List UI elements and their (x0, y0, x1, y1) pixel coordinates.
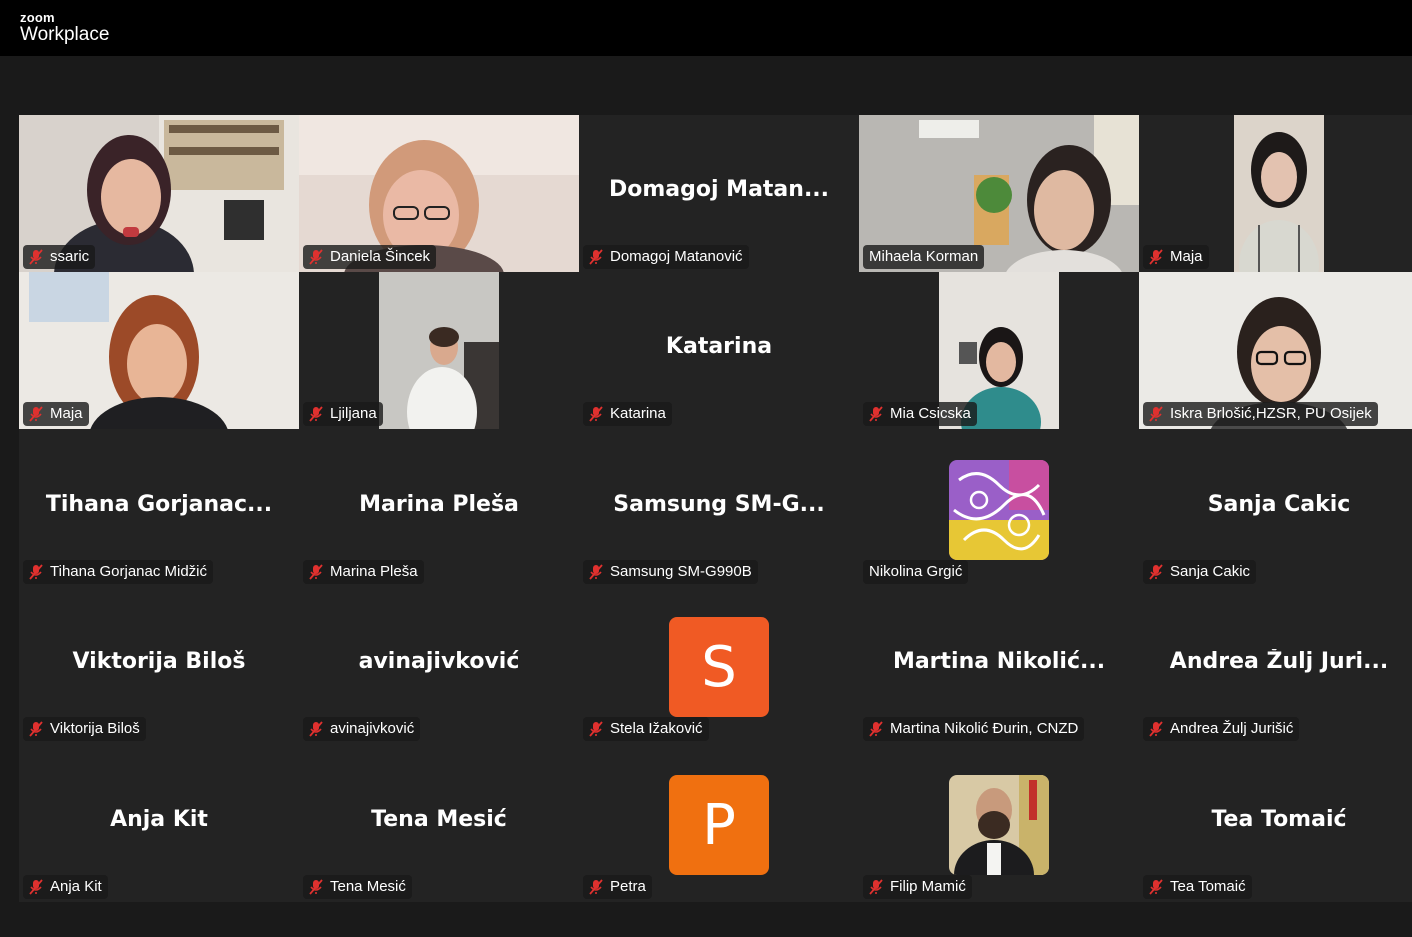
muted-mic-icon (1149, 721, 1163, 737)
participant-tile[interactable]: Viktorija Biloš Viktorija Biloš (19, 587, 299, 744)
participant-name-label: avinajivković (303, 717, 421, 741)
participant-display-name: Sanja Cakic (1207, 492, 1351, 517)
muted-mic-icon (309, 249, 323, 265)
participant-tile[interactable]: Samsung SM-G... Samsung SM-G990B (579, 430, 859, 587)
participant-display-name: Tea Tomaić (1211, 807, 1347, 832)
gallery-grid: ssaric Daniela Šincek Domagoj Matan... D… (19, 115, 1412, 902)
participant-name-label: Maja (1143, 245, 1209, 269)
participant-tile[interactable]: Katarina Katarina (579, 272, 859, 429)
participant-display-name: Katarina (665, 334, 773, 359)
profile-picture (949, 460, 1049, 560)
participant-name-label: Mia Csicska (863, 402, 977, 426)
participant-name-label: Tea Tomaić (1143, 875, 1252, 899)
participant-tile[interactable]: Tea Tomaić Tea Tomaić (1139, 745, 1412, 902)
participant-name-label: Maja (23, 402, 89, 426)
muted-mic-icon (869, 406, 883, 422)
participant-name-label: Katarina (583, 402, 672, 426)
title-bar: zoom Workplace (0, 0, 1412, 56)
participant-name-label: Tihana Gorjanac Midžić (23, 560, 214, 584)
brand-product-name: Workplace (20, 24, 110, 45)
participant-name-label: Mihaela Korman (863, 245, 985, 269)
participant-tile[interactable]: Maja (1139, 115, 1412, 272)
muted-mic-icon (589, 406, 603, 422)
participant-display-name: Tena Mesić (371, 807, 507, 832)
participant-tile[interactable]: Daniela Šincek (299, 115, 579, 272)
participant-name-label: Marina Pleša (303, 560, 424, 584)
participant-name-label: Ljiljana (303, 402, 383, 426)
muted-mic-icon (869, 721, 883, 737)
profile-picture (949, 775, 1049, 875)
participant-name-label: Sanja Cakic (1143, 560, 1257, 584)
muted-mic-icon (1149, 564, 1163, 580)
participant-name-label: Anja Kit (23, 875, 108, 899)
muted-mic-icon (1149, 406, 1163, 422)
participant-tile[interactable]: Andrea Žulj Juri... Andrea Žulj Jurišić (1139, 587, 1412, 744)
participant-name-label: Viktorija Biloš (23, 717, 146, 741)
participant-name-label: Daniela Šincek (303, 245, 437, 269)
participant-name-label: Nikolina Grgić (863, 560, 969, 584)
muted-mic-icon (309, 564, 323, 580)
participant-display-name: Tihana Gorjanac... (45, 492, 273, 517)
participant-tile[interactable]: Domagoj Matan... Domagoj Matanović (579, 115, 859, 272)
participant-tile[interactable]: Sanja Cakic Sanja Cakic (1139, 430, 1412, 587)
muted-mic-icon (29, 721, 43, 737)
participant-name-label: ssaric (23, 245, 96, 269)
participant-tile[interactable]: Tena Mesić Tena Mesić (299, 745, 579, 902)
participant-display-name: Andrea Žulj Juri... (1169, 649, 1389, 674)
participant-tile[interactable]: Marina Pleša Marina Pleša (299, 430, 579, 587)
participant-video (1234, 115, 1324, 272)
participant-display-name: Samsung SM-G... (613, 492, 825, 517)
muted-mic-icon (309, 879, 323, 895)
muted-mic-icon (589, 721, 603, 737)
brand-logo-small: zoom (20, 10, 55, 25)
participant-tile[interactable]: Maja (19, 272, 299, 429)
participant-name-label: Andrea Žulj Jurišić (1143, 717, 1300, 741)
participant-display-name: Domagoj Matan... (608, 177, 830, 202)
participant-tile[interactable]: Mia Csicska (859, 272, 1139, 429)
muted-mic-icon (29, 406, 43, 422)
participant-tile-active-speaker[interactable]: Mihaela Korman (859, 115, 1139, 272)
participant-name-label: Iskra Brlošić,HZSR, PU Osijek (1143, 402, 1378, 426)
muted-mic-icon (869, 879, 883, 895)
muted-mic-icon (309, 721, 323, 737)
participant-tile[interactable]: Martina Nikolić... Martina Nikolić Đurin… (859, 587, 1139, 744)
participant-video (379, 272, 499, 429)
participant-tile[interactable]: Filip Mamić (859, 745, 1139, 902)
participant-name-label: Tena Mesić (303, 875, 412, 899)
muted-mic-icon (29, 249, 43, 265)
participant-display-name: avinajivković (358, 649, 520, 674)
participant-tile[interactable]: Iskra Brlošić,HZSR, PU Osijek (1139, 272, 1412, 429)
muted-mic-icon (589, 879, 603, 895)
participant-tile[interactable]: avinajivković avinajivković (299, 587, 579, 744)
participant-name-label: Samsung SM-G990B (583, 560, 758, 584)
muted-mic-icon (589, 249, 603, 265)
participant-display-name: Marina Pleša (359, 492, 519, 517)
participant-tile[interactable]: Anja Kit Anja Kit (19, 745, 299, 902)
participant-tile[interactable]: S Stela Ižaković (579, 587, 859, 744)
participant-display-name: Viktorija Biloš (72, 649, 246, 674)
participant-name-label: Domagoj Matanović (583, 245, 749, 269)
participant-tile[interactable]: ssaric (19, 115, 299, 272)
letter-avatar: S (669, 617, 769, 717)
participant-tile[interactable]: P Petra (579, 745, 859, 902)
participant-name-label: Petra (583, 875, 652, 899)
muted-mic-icon (29, 564, 43, 580)
muted-mic-icon (1149, 249, 1163, 265)
participant-tile[interactable]: Ljiljana (299, 272, 579, 429)
muted-mic-icon (309, 406, 323, 422)
muted-mic-icon (29, 879, 43, 895)
participant-tile[interactable]: Nikolina Grgić (859, 430, 1139, 587)
participant-name-label: Stela Ižaković (583, 717, 709, 741)
participant-name-label: Filip Mamić (863, 875, 972, 899)
muted-mic-icon (589, 564, 603, 580)
muted-mic-icon (1149, 879, 1163, 895)
participant-tile[interactable]: Tihana Gorjanac... Tihana Gorjanac Midži… (19, 430, 299, 587)
participant-name-label: Martina Nikolić Đurin, CNZD (863, 717, 1085, 741)
participant-display-name: Martina Nikolić... (892, 649, 1106, 674)
letter-avatar: P (669, 775, 769, 875)
participant-display-name: Anja Kit (110, 807, 208, 832)
